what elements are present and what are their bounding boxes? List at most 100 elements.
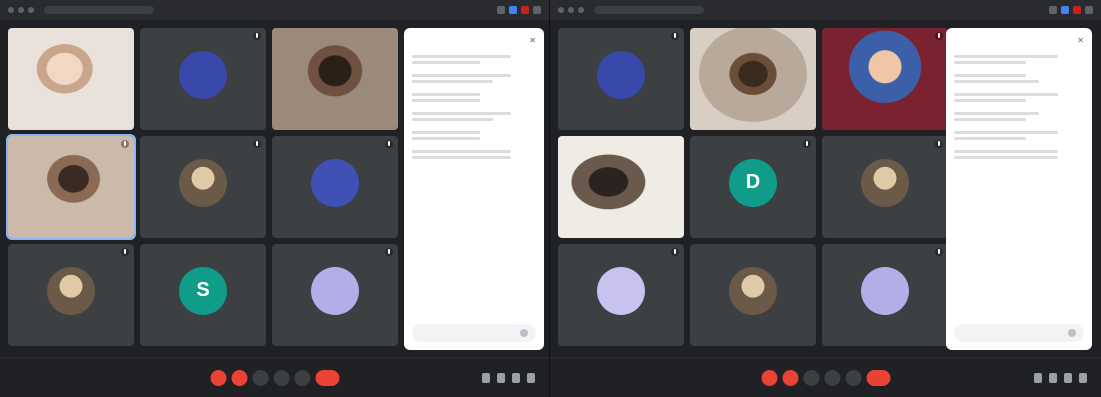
browser-tab[interactable]: [44, 6, 154, 14]
participant-tile[interactable]: [822, 136, 948, 238]
present-icon[interactable]: [824, 369, 840, 386]
chat-message: [412, 150, 536, 159]
mic-muted-icon: [935, 140, 943, 148]
chat-message: [954, 55, 1084, 64]
mic-muted-icon: [385, 140, 393, 148]
extension-icon[interactable]: [497, 6, 505, 14]
people-icon[interactable]: [1049, 372, 1057, 383]
chat-panel: ✕: [404, 28, 544, 350]
window-control-minimize[interactable]: [18, 7, 24, 13]
activities-icon[interactable]: [1079, 372, 1087, 383]
participant-tile[interactable]: [272, 244, 398, 346]
info-icon[interactable]: [482, 372, 490, 383]
camera-icon[interactable]: [782, 369, 798, 386]
microphone-icon[interactable]: [761, 369, 777, 386]
participant-video: [8, 136, 134, 238]
chat-header: ✕: [954, 36, 1084, 45]
browser-toolbar: [550, 0, 1101, 20]
extension-icon[interactable]: [1061, 6, 1069, 14]
captions-icon[interactable]: [252, 369, 268, 386]
participant-tile[interactable]: [690, 244, 816, 346]
participant-tile-speaking[interactable]: [6, 134, 136, 240]
chat-message: [954, 93, 1084, 102]
browser-extensions: [1049, 6, 1093, 14]
participant-tile[interactable]: [140, 136, 266, 238]
participant-tile[interactable]: [690, 28, 816, 130]
participant-tile[interactable]: D: [690, 136, 816, 238]
participant-tile[interactable]: [558, 136, 684, 238]
present-icon[interactable]: [273, 369, 289, 386]
chat-message: [954, 150, 1084, 159]
participant-tile[interactable]: [558, 28, 684, 130]
participant-tile[interactable]: [822, 28, 948, 130]
participant-tile[interactable]: [8, 244, 134, 346]
activities-icon[interactable]: [527, 372, 535, 383]
chat-input[interactable]: [412, 324, 536, 342]
microphone-icon[interactable]: [210, 369, 226, 386]
participant-tile[interactable]: [140, 28, 266, 130]
close-icon[interactable]: ✕: [1077, 36, 1084, 45]
meeting-window-left: S ✕: [0, 0, 550, 397]
chat-message: [412, 112, 536, 121]
extension-icon[interactable]: [521, 6, 529, 14]
side-controls: [1034, 372, 1087, 383]
extension-icon[interactable]: [1085, 6, 1093, 14]
send-icon[interactable]: [520, 329, 528, 337]
mic-muted-icon: [253, 32, 261, 40]
window-control-maximize[interactable]: [28, 7, 34, 13]
mic-muted-icon: [121, 248, 129, 256]
chat-icon[interactable]: [512, 372, 520, 383]
participant-tile[interactable]: [272, 136, 398, 238]
window-control-close[interactable]: [558, 7, 564, 13]
chat-message: [954, 112, 1084, 121]
captions-icon[interactable]: [803, 369, 819, 386]
participant-video: [558, 136, 684, 238]
participant-avatar: [597, 266, 645, 315]
mic-muted-icon: [671, 248, 679, 256]
participant-tile[interactable]: [822, 244, 948, 346]
participant-tile[interactable]: [272, 28, 398, 130]
more-options-icon[interactable]: [294, 369, 310, 386]
participant-video: [8, 28, 134, 130]
participant-avatar: [861, 158, 909, 207]
participant-tile[interactable]: [558, 244, 684, 346]
window-control-close[interactable]: [8, 7, 14, 13]
meeting-window-right: D ✕: [550, 0, 1101, 397]
participant-avatar: [179, 50, 227, 99]
extension-icon[interactable]: [1073, 6, 1081, 14]
call-controls: [761, 369, 890, 386]
mic-icon: [121, 140, 129, 148]
participant-avatar: [729, 266, 777, 315]
chat-message: [412, 131, 536, 140]
end-call-icon[interactable]: [315, 369, 339, 386]
chat-input[interactable]: [954, 324, 1084, 342]
mic-icon: [935, 32, 943, 40]
send-icon[interactable]: [1068, 329, 1076, 337]
mic-muted-icon: [385, 248, 393, 256]
extension-icon[interactable]: [533, 6, 541, 14]
chat-header: ✕: [412, 36, 536, 45]
extension-icon[interactable]: [1049, 6, 1057, 14]
participant-avatar: [47, 266, 95, 315]
mic-muted-icon: [803, 140, 811, 148]
chat-icon[interactable]: [1064, 372, 1072, 383]
participant-grid: D: [558, 28, 948, 346]
participant-tile[interactable]: [8, 28, 134, 130]
extension-icon[interactable]: [509, 6, 517, 14]
mic-muted-icon: [671, 32, 679, 40]
participant-tile[interactable]: S: [140, 244, 266, 346]
camera-icon[interactable]: [231, 369, 247, 386]
participant-avatar: [179, 158, 227, 207]
end-call-icon[interactable]: [866, 369, 890, 386]
chat-message: [954, 131, 1084, 140]
close-icon[interactable]: ✕: [529, 36, 536, 45]
browser-tab[interactable]: [594, 6, 704, 14]
window-control-minimize[interactable]: [568, 7, 574, 13]
more-options-icon[interactable]: [845, 369, 861, 386]
info-icon[interactable]: [1034, 372, 1042, 383]
participant-video: [690, 28, 816, 130]
participant-video: [272, 28, 398, 130]
chat-message: [954, 74, 1084, 83]
people-icon[interactable]: [497, 372, 505, 383]
window-control-maximize[interactable]: [578, 7, 584, 13]
